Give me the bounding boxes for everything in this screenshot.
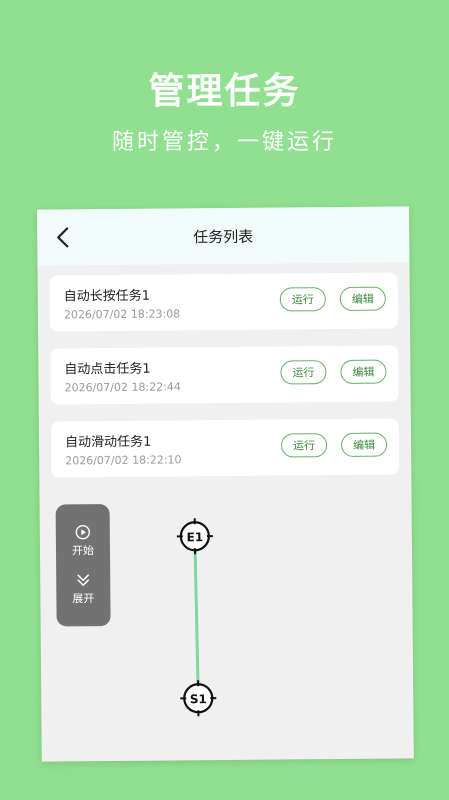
start-point-label: S1 — [190, 692, 207, 706]
start-point-marker[interactable]: S1 — [180, 680, 217, 717]
start-button[interactable]: 开始 — [56, 524, 110, 558]
expand-label: 展开 — [72, 592, 95, 606]
end-point-marker[interactable]: E1 — [176, 518, 213, 555]
swipe-path-overlay: E1 S1 — [176, 518, 217, 717]
end-point-label: E1 — [187, 530, 204, 544]
double-chevron-down-icon — [77, 574, 89, 586]
floating-control-panel: 开始 展开 — [55, 504, 111, 627]
play-circle-icon — [75, 525, 91, 540]
promo-subline: 随时管控，一键运行 — [111, 130, 337, 155]
swipe-path-line — [193, 536, 200, 699]
promo-headline: 管理任务 — [148, 71, 301, 112]
phone-screen: 任务列表 自动长按任务1 2026/07/02 18:23:08 运行 编辑 自… — [37, 206, 414, 762]
start-label: 开始 — [71, 544, 95, 558]
expand-button[interactable]: 展开 — [56, 572, 110, 606]
